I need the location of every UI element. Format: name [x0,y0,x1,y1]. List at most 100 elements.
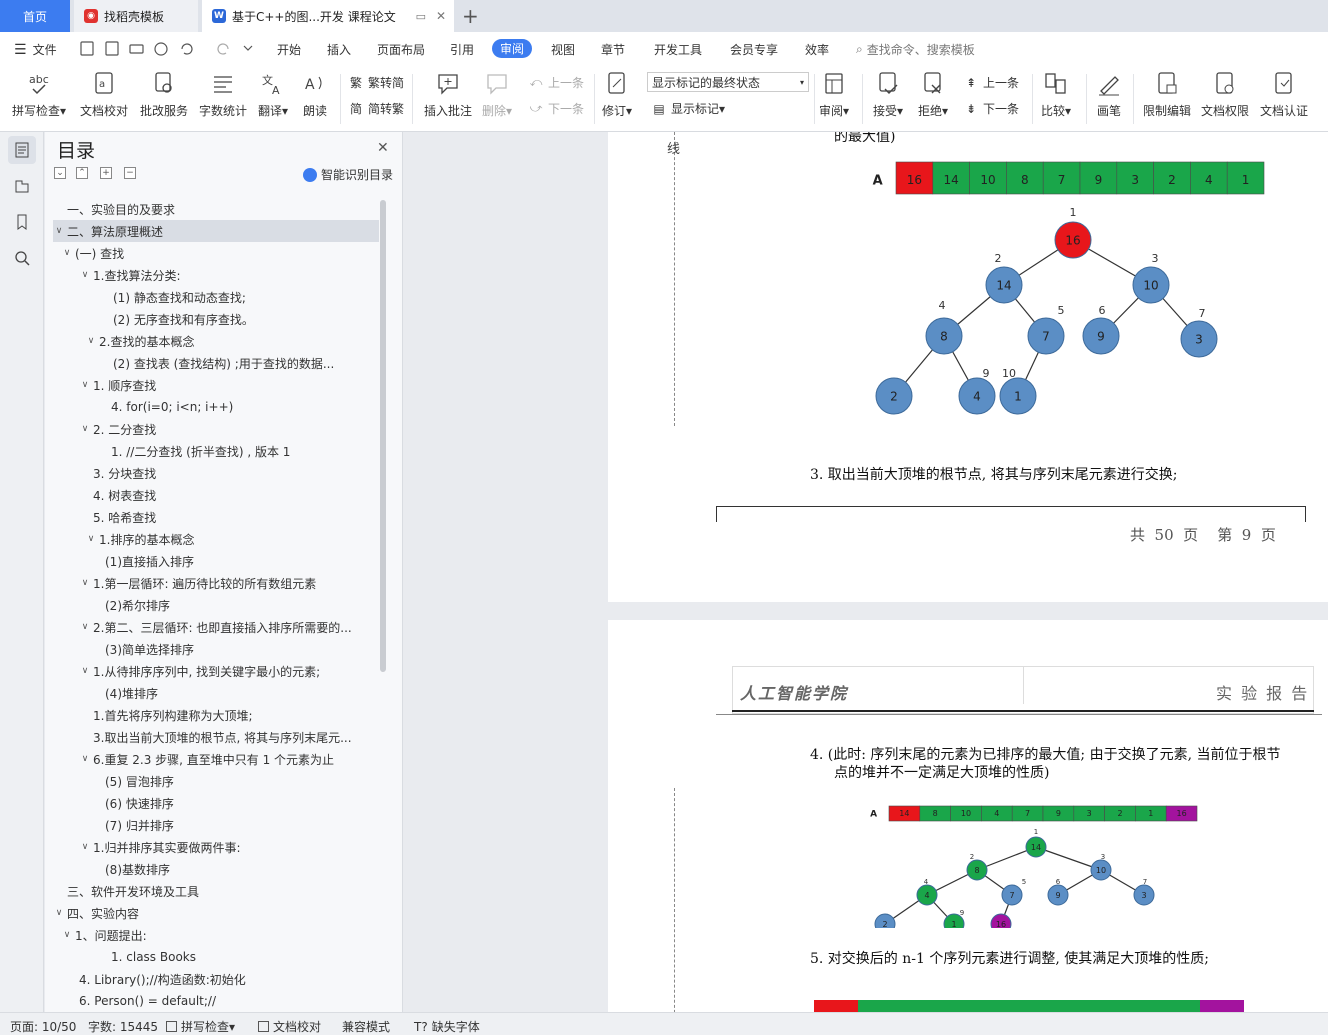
menu-references[interactable]: 引用 [450,41,474,58]
save-icon[interactable] [80,41,94,56]
menu-efficiency[interactable]: 效率 [805,41,829,58]
pen-button[interactable]: 画笔 [1097,70,1121,119]
toc-item[interactable]: 4. for(i=0; i<n; i++) [53,396,379,418]
word-count-button[interactable]: 字数统计 [199,70,247,119]
toc-item[interactable]: (2) 查找表 (查找结构) ;用于查找的数据... [53,352,379,374]
spell-check-button[interactable]: abc 拼写检查▾ [12,70,66,119]
toc-item[interactable]: (1) 静态查找和动态查找; [53,286,379,308]
close-tab-icon[interactable]: ✕ [436,9,446,23]
toc-item[interactable]: ∨ 1、问题提出: [53,924,379,946]
chevron-down-icon[interactable]: ∨ [79,754,91,764]
review-service-button[interactable]: 批改服务 [140,70,188,119]
toc-item[interactable]: (1)直接插入排序 [53,550,379,572]
toc-item[interactable]: ∨ 1.查找算法分类: [53,264,379,286]
collapse-all-icon[interactable]: ⌄ [54,167,66,179]
menu-start[interactable]: 开始 [277,41,301,58]
to-traditional-button[interactable]: 繁繁转简 [348,74,404,91]
chevron-down-icon[interactable]: ∨ [53,226,65,236]
menu-page-layout[interactable]: 页面布局 [377,41,425,58]
toc-item[interactable]: 三、软件开发环境及工具 [53,880,379,902]
toc-scrollbar[interactable] [380,200,386,672]
find-icon[interactable] [8,244,36,272]
chevron-down-icon[interactable]: ∨ [61,930,73,940]
toc-item[interactable]: 4. 树表查找 [53,484,379,506]
doc-check-button[interactable]: a 文档校对 [80,70,128,119]
insert-comment-button[interactable]: 插入批注 [424,70,472,119]
chevron-down-icon[interactable]: ∨ [85,534,97,544]
toc-item[interactable]: ∨ 2.查找的基本概念 [53,330,379,352]
toc-item[interactable]: (8)基数排序 [53,858,379,880]
toc-item[interactable]: (7) 归并排序 [53,814,379,836]
toc-item[interactable]: 1. //二分查找 (折半查找) , 版本 1 [53,440,379,462]
compare-button[interactable]: 比较▾ [1041,70,1071,119]
toc-item[interactable]: (2)希尔排序 [53,594,379,616]
toc-item[interactable]: ∨ 二、算法原理概述 [53,220,379,242]
menu-member[interactable]: 会员专享 [730,41,778,58]
next-comment-button[interactable]: ⤻ 下一条 [528,100,584,117]
expand-up-icon[interactable]: ⌃ [76,167,88,179]
chevron-down-icon[interactable]: ∨ [61,248,73,258]
toc-item[interactable]: ∨ 2. 二分查找 [53,418,379,440]
smart-toc-button[interactable]: 智能识别目录 [303,166,393,183]
toc-item[interactable]: ∨ 四、实验内容 [53,902,379,924]
doc-permission-button[interactable]: 文档权限 [1201,70,1249,119]
toc-item[interactable]: ∨ 1.第一层循环: 遍历待比较的所有数组元素 [53,572,379,594]
toc-item[interactable]: ∨ 1.从待排序序列中, 找到关键字最小的元素; [53,660,379,682]
restrict-edit-button[interactable]: 限制编辑 [1143,70,1191,119]
chevron-down-icon[interactable]: ∨ [79,666,91,676]
chevron-down-icon[interactable]: ∨ [79,424,91,434]
menu-insert[interactable]: 插入 [327,41,351,58]
customize-icon[interactable] [243,45,253,51]
reject-button[interactable]: 拒绝▾ [918,70,948,119]
toc-item[interactable]: (2) 无序查找和有序查找。 [53,308,379,330]
toc-item[interactable]: 5. 哈希查找 [53,506,379,528]
toc-item[interactable]: 1.首先将序列构建称为大顶堆; [53,704,379,726]
tab-home[interactable]: 首页 [0,0,70,32]
chevron-down-icon[interactable]: ∨ [79,842,91,852]
tab-document[interactable]: W 基于C++的图...开发 课程论文 ▭ ✕ [202,0,454,32]
navigation-icon[interactable] [8,172,36,200]
toc-item[interactable]: 一、实验目的及要求 [53,198,379,220]
menu-chapter[interactable]: 章节 [601,41,625,58]
remove-heading-icon[interactable]: − [124,167,136,179]
redo-icon[interactable] [217,43,229,55]
toc-item[interactable]: (5) 冒泡排序 [53,770,379,792]
menu-view[interactable]: 视图 [551,41,575,58]
to-simplified-button[interactable]: 简简转繁 [348,100,404,117]
prev-comment-button[interactable]: ⤺ 上一条 [528,74,584,91]
prev-change-button[interactable]: ⇞ 上一条 [963,74,1019,91]
page-indicator[interactable]: 页面: 10/50 [10,1018,76,1035]
close-icon[interactable]: ✕ [377,140,389,156]
add-heading-icon[interactable]: + [100,167,112,179]
delete-comment-button[interactable]: 删除▾ [482,70,512,119]
toc-item[interactable]: ∨ 6.重复 2.3 步骤, 直至堆中只有 1 个元素为止 [53,748,379,770]
missing-font-status[interactable]: T? 缺失字体 [414,1018,480,1035]
spell-check-status[interactable]: 拼写检查 ▾ [166,1018,235,1035]
minimize-tab-icon[interactable]: ▭ [416,10,426,23]
toc-item[interactable]: 4. Library();//构造函数:初始化 [53,968,379,990]
toc-item[interactable]: 6. Person() = default;// [53,990,379,1008]
toc-item[interactable]: 3. 分块查找 [53,462,379,484]
toc-panel-icon[interactable] [8,136,36,164]
menu-review[interactable]: 审阅 [492,39,533,58]
command-search[interactable]: ⌕ 查找命令、搜索模板 [856,41,975,58]
export-pdf-icon[interactable] [105,41,119,56]
toc-item[interactable]: 3.取出当前大顶堆的根节点, 将其与序列末尾元... [53,726,379,748]
markup-state-select[interactable]: 显示标记的最终状态 ▾ [647,72,809,92]
bookmark-icon[interactable] [8,208,36,236]
doc-check-status[interactable]: 文档校对 [258,1018,321,1035]
toc-item[interactable]: (3)简单选择排序 [53,638,379,660]
print-icon[interactable] [129,44,144,54]
toc-item[interactable]: ∨ 1.归并排序其实要做两件事: [53,836,379,858]
menu-developer[interactable]: 开发工具 [654,41,702,58]
chevron-down-icon[interactable]: ∨ [79,622,91,632]
chevron-down-icon[interactable]: ∨ [79,578,91,588]
toc-item[interactable]: ∨ (一) 查找 [53,242,379,264]
file-menu[interactable]: ☰ 文件 [14,41,57,58]
word-count[interactable]: 字数: 15445 [88,1018,158,1035]
track-changes-button[interactable]: 修订▾ [602,70,632,119]
print-preview-icon[interactable] [154,42,168,56]
new-tab-icon[interactable]: + [462,4,479,28]
chevron-down-icon[interactable]: ∨ [79,270,91,280]
tab-template[interactable]: ◉ 找稻壳模板 [74,0,198,32]
